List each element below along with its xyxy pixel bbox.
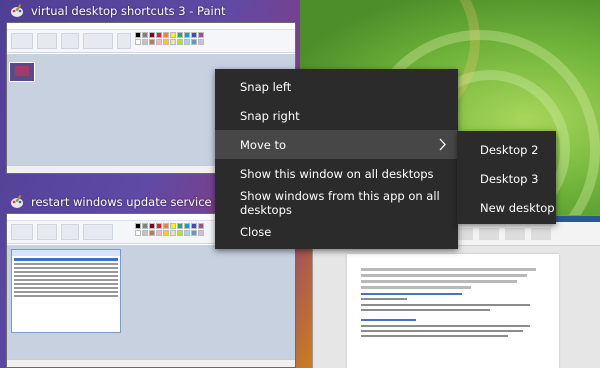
document-page [347,254,559,368]
paint-ribbon [7,23,295,53]
menu-item-show-window-all-desktops[interactable]: Show this window on all desktops [215,159,458,188]
menu-item-label: Move to [240,137,287,152]
menu-item-snap-right[interactable]: Snap right [215,101,458,130]
submenu-item-label: Desktop 3 [480,171,539,186]
submenu-item-desktop-2[interactable]: Desktop 2 [457,135,556,164]
window-title-1[interactable]: virtual desktop shortcuts 3 - Paint [10,2,226,20]
menu-item-show-app-windows-all-desktops[interactable]: Show windows from this app on all deskto… [215,188,458,217]
menu-item-move-to[interactable]: Move to [215,130,458,159]
menu-item-snap-left[interactable]: Snap left [215,72,458,101]
move-to-submenu: Desktop 2 Desktop 3 New desktop [457,131,556,224]
submenu-item-desktop-3[interactable]: Desktop 3 [457,164,556,193]
submenu-item-label: New desktop [480,200,555,215]
submenu-item-new-desktop[interactable]: New desktop [457,193,556,222]
menu-item-label: Show this window on all desktops [240,166,434,181]
chevron-right-icon [438,138,447,151]
menu-item-label: Snap left [240,79,292,94]
submenu-item-label: Desktop 2 [480,142,539,157]
menu-item-label: Snap right [240,108,300,123]
paint-canvas-area [7,245,295,359]
paint-icon [10,194,24,209]
menu-item-label: Close [240,224,272,239]
context-menu: Snap left Snap right Move to Show this w… [215,69,458,249]
window-title-label: virtual desktop shortcuts 3 - Paint [31,4,226,18]
menu-item-close[interactable]: Close [215,217,458,246]
menu-item-label: Show windows from this app on all deskto… [240,188,440,217]
paint-icon [10,3,24,18]
